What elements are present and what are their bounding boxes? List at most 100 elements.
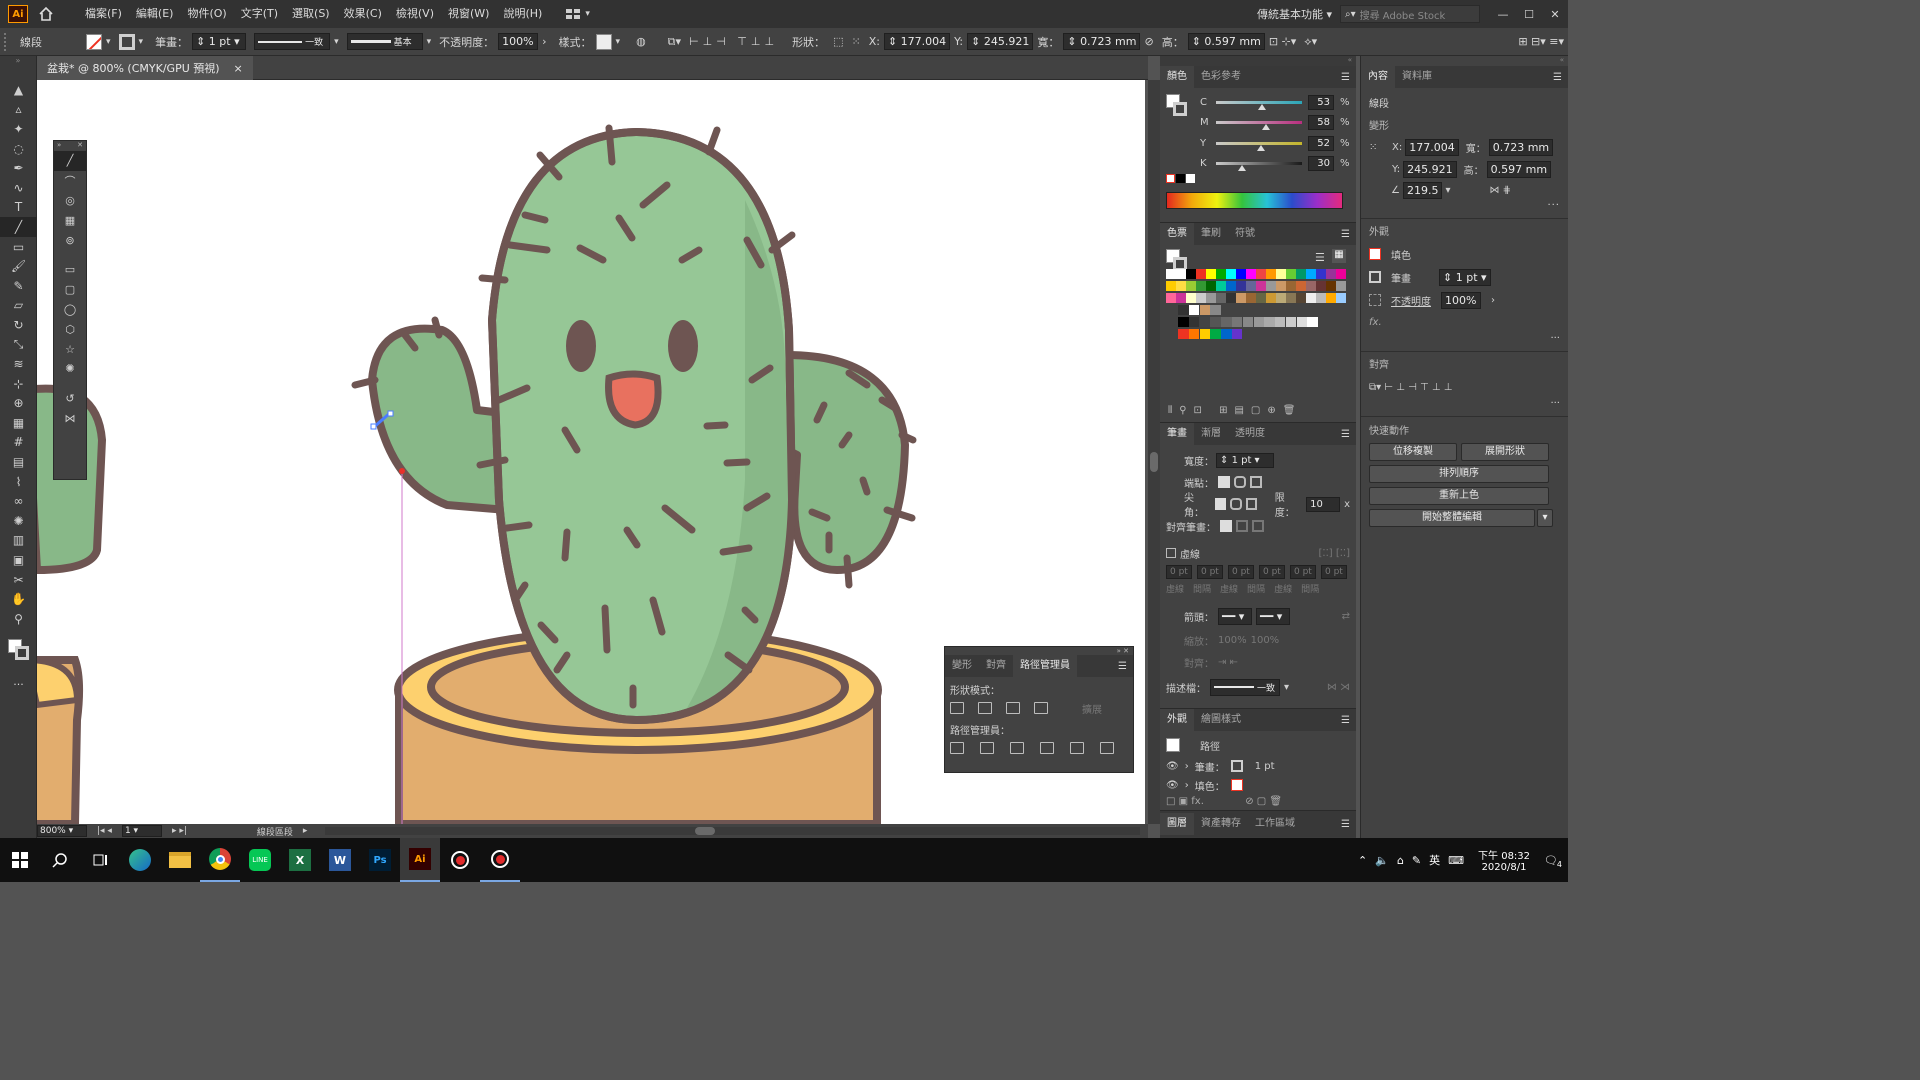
floating-flare-icon[interactable]: ✺ — [54, 359, 86, 379]
illustrator-taskbar-icon[interactable]: Ai — [400, 838, 440, 882]
swatch-1-12[interactable] — [1286, 281, 1296, 292]
swatch-4-11[interactable] — [1296, 317, 1307, 328]
swatch-3-3[interactable] — [1210, 305, 1221, 316]
stroke-swatch[interactable] — [118, 33, 135, 50]
direct-selection-tool-icon[interactable]: ▵ — [0, 100, 37, 120]
white-swatch[interactable] — [1186, 174, 1195, 183]
floating-reflect-icon[interactable]: ⋈ — [54, 409, 86, 429]
expand-button[interactable]: 擴展 — [1082, 701, 1102, 716]
dash-input-3[interactable]: 0 pt — [1259, 565, 1285, 579]
stroke-tab-1[interactable]: 漸層 — [1194, 423, 1228, 445]
black-swatch[interactable] — [1176, 174, 1185, 183]
swatch-0-8[interactable] — [1246, 269, 1256, 280]
layers-tab-0[interactable]: 圖層 — [1160, 813, 1194, 835]
menu-item-3[interactable]: 文字(T) — [234, 0, 285, 28]
swatch-1-11[interactable] — [1276, 281, 1286, 292]
paintbrush-tool-icon[interactable]: 🖌 — [0, 256, 37, 276]
swatch-4-6[interactable] — [1242, 317, 1254, 328]
floating-polygon-icon[interactable]: ⬡ — [54, 319, 86, 339]
perspective-tool-icon[interactable]: ▦ — [0, 413, 37, 433]
swatch-0-9[interactable] — [1256, 269, 1266, 280]
blend-tool-icon[interactable]: ∞ — [0, 491, 37, 511]
symbol-sprayer-tool-icon[interactable]: ✺ — [0, 511, 37, 531]
search-icon[interactable] — [40, 838, 80, 882]
swatch-1-5[interactable] — [1216, 281, 1226, 292]
swatch-1-7[interactable] — [1236, 281, 1246, 292]
stroke-style-select[interactable]: 一致 — [254, 33, 331, 50]
arrange-icon[interactable]: ⊞ ⊟▾ ≡▾ — [1514, 35, 1568, 48]
swatch-1-0[interactable] — [1166, 281, 1176, 292]
swatch-1-13[interactable] — [1296, 281, 1306, 292]
floating-ellipse-icon[interactable]: ◯ — [54, 300, 86, 320]
warp-tool-icon[interactable]: ≋ — [0, 354, 37, 374]
swatch-0-12[interactable] — [1286, 269, 1296, 280]
network-icon[interactable]: ⌂ — [1397, 854, 1404, 867]
appearance-fill-label[interactable]: 填色： — [1195, 778, 1225, 793]
swatches-menu-icon[interactable]: ☰ — [1341, 229, 1356, 240]
divide-icon[interactable] — [950, 742, 964, 754]
swatch-0-7[interactable] — [1236, 269, 1246, 280]
properties-menu-icon[interactable]: ☰ — [1553, 72, 1568, 83]
color-stroke-icon[interactable] — [1173, 102, 1187, 116]
menu-item-6[interactable]: 檢視(V) — [389, 0, 441, 28]
trim-icon[interactable] — [980, 742, 994, 754]
shape-builder-tool-icon[interactable]: ⊕ — [0, 394, 37, 414]
profile-select[interactable]: 一致 — [1210, 678, 1280, 696]
swatch-2-3[interactable] — [1196, 293, 1206, 304]
stroke-panel-weight-input[interactable]: ⇕ 1 pt ▾ — [1216, 452, 1274, 468]
grid-view-icon[interactable]: ▦ — [1332, 249, 1346, 263]
channel-value-K[interactable]: 30 — [1308, 156, 1334, 172]
floating-rotate-icon[interactable]: ↺ — [54, 389, 86, 409]
lasso-tool-icon[interactable]: ◌ — [0, 139, 37, 159]
isolate-dropdown-icon[interactable]: ▾ — [1537, 509, 1553, 527]
tools-collapse-icon[interactable]: » — [0, 56, 36, 68]
task-view-icon[interactable] — [80, 838, 120, 882]
status-arrow-icon[interactable]: ▸ — [303, 826, 308, 836]
swatch-1-6[interactable] — [1226, 281, 1236, 292]
prop-w-input[interactable]: 0.723 mm — [1488, 138, 1554, 156]
swatch-0-3[interactable] — [1196, 269, 1206, 280]
w-input[interactable]: ⇕ 0.723 mm — [1063, 33, 1141, 50]
swatch-1-1[interactable] — [1176, 281, 1186, 292]
swatch-2-1[interactable] — [1176, 293, 1186, 304]
minimize-button[interactable]: — — [1490, 8, 1516, 21]
artboard-tool-icon[interactable]: ▣ — [0, 550, 37, 570]
arrange-documents-icon[interactable]: ▾ — [565, 8, 590, 20]
dash-align-icon[interactable]: [⁚⁚] [⁚⁚] — [1319, 548, 1351, 559]
windows-start-icon[interactable] — [0, 838, 40, 882]
fill-swatch[interactable] — [86, 33, 102, 50]
prop-opacity-label[interactable]: 不透明度 — [1391, 293, 1431, 308]
canvas[interactable]: » ✕ ╱ ⌒ ◎ ▦ ⊚ ▭ ▢ ◯ ⬡ ☆ ✺ ↺ ⋈ » ✕ 變形 對齊 路徑管理員 ☰ 形狀模式： 擴展… — [37, 80, 1148, 824]
menu-item-5[interactable]: 效果(C) — [337, 0, 389, 28]
artboard-nav-icon[interactable]: |◂ ◂ — [97, 826, 112, 836]
swatch-0-16[interactable] — [1326, 269, 1336, 280]
swatch-0-17[interactable] — [1336, 269, 1346, 280]
none-swatch[interactable] — [1166, 174, 1175, 183]
flip-icon[interactable]: ⋈ ⋕ — [1490, 185, 1512, 196]
floating-polar-grid-icon[interactable]: ⊚ — [54, 230, 86, 250]
vertical-scrollbar[interactable] — [1148, 80, 1160, 824]
color-menu-icon[interactable]: ☰ — [1341, 72, 1356, 83]
swatch-4-1[interactable] — [1188, 317, 1200, 328]
round-join-icon[interactable] — [1230, 498, 1242, 510]
swatch-2-11[interactable] — [1276, 293, 1286, 304]
puppet-warp-icon[interactable]: ⟡▾ — [1300, 35, 1321, 49]
rectangle-tool-icon[interactable]: ▭ — [0, 237, 37, 257]
scale-start[interactable]: 100% — [1218, 635, 1247, 646]
floating-rectangle-icon[interactable]: ▭ — [54, 260, 86, 280]
scale-end[interactable]: 100% — [1251, 635, 1280, 646]
fx-icon[interactable]: fx. — [1369, 311, 1560, 333]
scale-tool-icon[interactable]: ⤡ — [0, 335, 37, 355]
horizontal-scrollbar[interactable] — [325, 827, 1140, 835]
swatch-2-12[interactable] — [1286, 293, 1296, 304]
recolor-button[interactable]: 重新上色 — [1369, 487, 1549, 505]
swatch-4-5[interactable] — [1232, 317, 1243, 328]
outline-icon[interactable] — [1070, 742, 1084, 754]
properties-tab-1[interactable]: 資料庫 — [1395, 66, 1439, 88]
start-arrowhead-select[interactable]: ━━ ▾ — [1218, 607, 1252, 625]
word-icon[interactable]: W — [320, 838, 360, 882]
exclude-icon[interactable] — [1034, 702, 1048, 714]
channel-value-C[interactable]: 53 — [1308, 94, 1334, 110]
swatch-2-15[interactable] — [1316, 293, 1326, 304]
stroke-tab-0[interactable]: 筆畫 — [1160, 423, 1194, 445]
